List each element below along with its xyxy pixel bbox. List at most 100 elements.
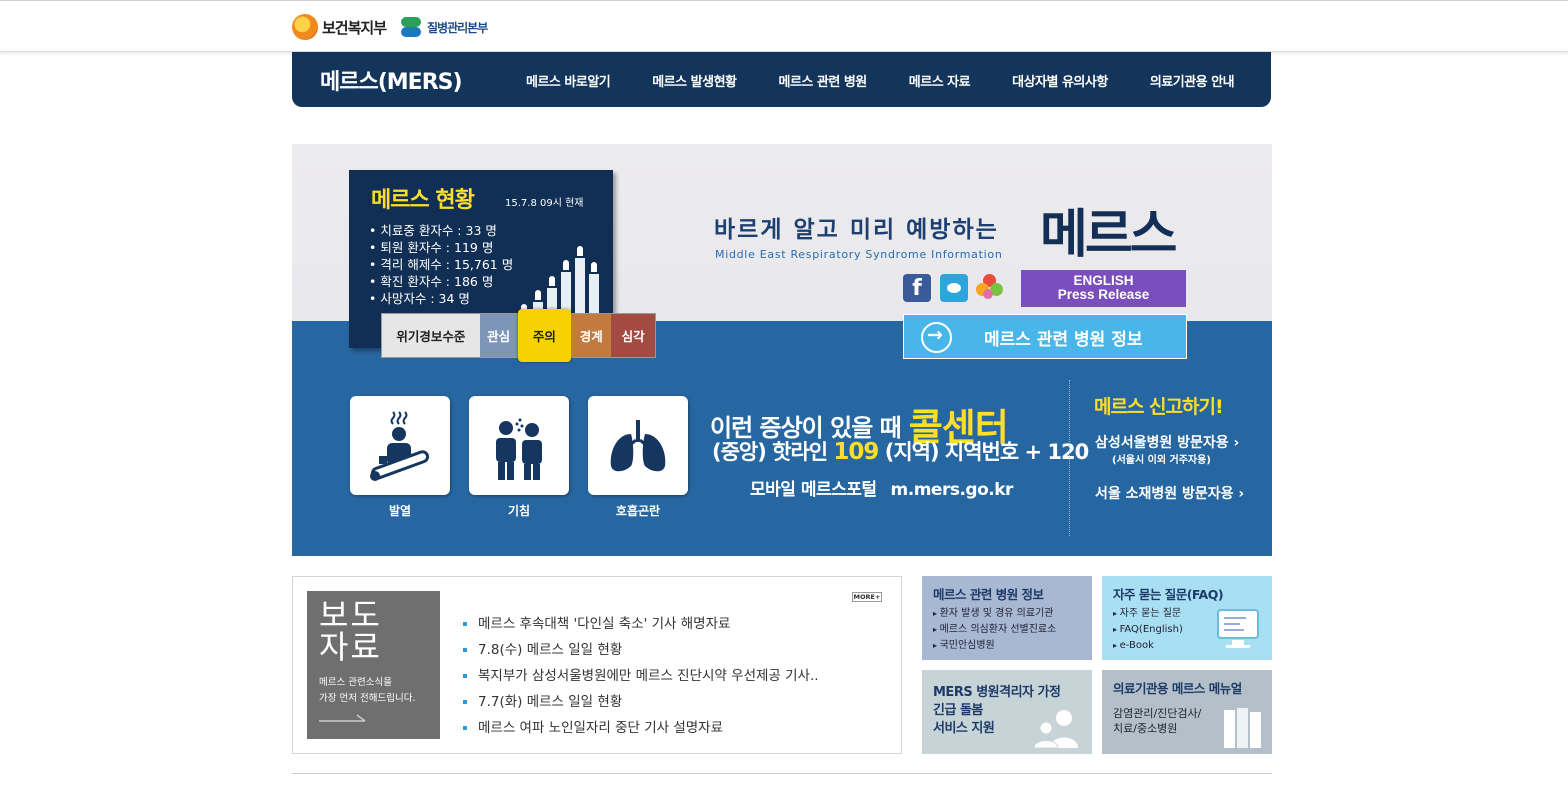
kcdc-logo-text: 질병관리본부 [427,20,488,35]
hospital-info-link[interactable]: 환자 발생 및 경유 의료기관 [933,606,1056,622]
home-care-box[interactable]: MERS 병원격리자 가정 긴급 돌봄 서비스 지원 [922,670,1092,754]
people-icon [1033,710,1078,748]
hospital-info-box[interactable]: 메르스 관련 병원 정보 환자 발생 및 경유 의료기관 메르스 의심환자 선별… [922,576,1092,660]
mobile-portal[interactable]: 모바일 메르스포털 m.mers.go.kr [750,475,1013,500]
press-subtitle: 메르스 관련소식을 가장 먼저 전해드립니다. [319,675,415,707]
footer-divider [292,773,1272,774]
hospital-info-link[interactable]: 메르스 의심환자 선별진료소 [933,622,1057,638]
nav-item-about[interactable]: 메르스 바로알기 [526,71,611,90]
mobile-portal-url: m.mers.go.kr [890,480,1014,500]
main-banner: 메르스 현황 15.7.8 09시 현재 치료중 환자수 : 33 명 퇴원 환… [292,144,1272,556]
report-title: 메르스 신고하기! [1094,396,1224,418]
report-link-samsung-sub: (서울시 이외 거주자용) [1112,455,1211,466]
mohw-logo-text: 보건복지부 [322,18,387,37]
faq-box[interactable]: 자주 묻는 질문(FAQ) 자주 묻는 질문 FAQ(English) e-Bo… [1102,576,1272,660]
alert-level-serious: 심각 [611,314,655,357]
press-list-item[interactable]: 7.8(수) 메르스 일일 현황 [463,637,819,663]
hospital-info-button[interactable]: 메르스 관련 병원 정보 [903,314,1187,359]
symptom-fever-label: 발열 [388,504,412,518]
status-item-deaths: 사망자수 : 34 명 [369,290,513,307]
symptom-cough-card[interactable] [469,396,569,495]
top-bar: 보건복지부 질병관리본부 [0,0,1568,52]
alert-level-alert: 경계 [571,314,612,357]
nav-menu: 메르스 바로알기 메르스 발생현황 메르스 관련 병원 메르스 자료 대상자별 … [526,71,1235,90]
faq-list: 자주 묻는 질문 FAQ(English) e-Book [1113,606,1183,654]
press-release-label: Press Release [1057,287,1150,302]
english-press-release-button[interactable]: ENGLISH Press Release [1021,270,1186,307]
nav-item-precautions[interactable]: 대상자별 유의사항 [1012,71,1108,90]
hotline-number: 109 [833,439,879,465]
medical-manual-line1: 감염관리/진단검사/ [1113,707,1202,720]
medical-manual-box[interactable]: 의료기관용 메르스 메뉴얼 감염관리/진단검사/ 치료/중소병원 [1102,670,1272,754]
clover-share-icon[interactable] [976,274,1004,302]
medical-manual-title: 의료기관용 메르스 메뉴얼 [1113,681,1242,696]
site-brand[interactable]: 메르스(MERS) [320,64,463,96]
press-release-panel: 보도 자료 메르스 관련소식을 가장 먼저 전해드립니다. MORE+ 메르스 … [292,576,902,754]
mobile-portal-label: 모바일 메르스포털 [750,480,877,500]
monitor-icon [1217,609,1259,648]
symptom-dyspnea-card[interactable] [588,396,688,495]
report-link-samsung[interactable]: 삼성서울병원 방문자용 › [1095,432,1239,452]
nav-item-status[interactable]: 메르스 발생현황 [652,71,737,90]
press-list-item[interactable]: 메르스 여파 노인일자리 중단 기사 설명자료 [463,715,819,741]
status-item-treating: 치료중 환자수 : 33 명 [369,222,513,239]
cough-icon [496,418,542,480]
press-list-item[interactable]: 복지부가 삼성서울병원에만 메르스 진단시약 우선제공 기사.. [463,663,819,689]
press-title: 보도 자료 [319,599,382,663]
banner-mers-title: 메르스 [1040,205,1178,265]
nav-item-hospitals[interactable]: 메르스 관련 병원 [779,71,868,90]
medical-manual-desc: 감염관리/진단검사/ 치료/중소병원 [1113,706,1201,736]
kcdc-logo[interactable]: 질병관리본부 [399,13,488,41]
hospital-info-link[interactable]: 국민안심병원 [933,638,1056,654]
nav-item-materials[interactable]: 메르스 자료 [909,71,971,90]
symptom-cough-label: 기침 [507,504,531,518]
status-item-confirmed: 확진 환자수 : 186 명 [369,273,513,290]
kcdc-logo-icon [399,15,423,39]
mohw-logo[interactable]: 보건복지부 [292,11,387,43]
status-item-discharged: 퇴원 환자수 : 119 명 [369,239,513,256]
banner-slogan-en: Middle East Respiratory Syndrome Informa… [715,248,1003,261]
faq-box-title: 자주 묻는 질문(FAQ) [1113,587,1224,602]
arrow-circle-icon [921,322,952,353]
press-subtitle-line1: 메르스 관련소식을 [319,677,392,688]
faq-link[interactable]: e-Book [1113,638,1183,654]
alert-level-bar: 위기경보수준 관심 주의 경계 심각 [381,309,656,362]
home-care-line1: MERS 병원격리자 가정 [933,685,1061,700]
press-title-line1: 보도 [319,596,382,634]
hospital-info-box-title: 메르스 관련 병원 정보 [933,587,1044,602]
more-button[interactable]: MORE+ [852,592,882,602]
faq-link[interactable]: 자주 묻는 질문 [1113,606,1183,622]
arrow-right-icon [319,714,366,722]
symptom-dyspnea-label: 호흡곤란 [615,504,661,518]
hospital-info-label: 메르스 관련 병원 정보 [984,330,1143,350]
english-label: ENGLISH [1073,273,1134,288]
status-title: 메르스 현황 [371,188,475,213]
faq-link[interactable]: FAQ(English) [1113,622,1183,638]
banner-divider [1069,380,1070,536]
hospital-info-list: 환자 발생 및 경유 의료기관 메르스 의심환자 선별진료소 국민안심병원 [933,606,1057,654]
alert-level-interest: 관심 [479,314,518,357]
mohw-logo-icon [292,14,318,40]
status-item-released: 격리 해제수 : 15,761 명 [369,256,513,273]
press-list-item[interactable]: 7.7(화) 메르스 일일 현황 [463,689,819,715]
symptom-fever-card[interactable] [350,396,450,495]
press-title-line2: 자료 [319,628,382,666]
regional-line: (지역) 지역번호 + 120 [884,440,1089,464]
medical-manual-line2: 치료/중소병원 [1113,722,1178,735]
alert-level-caution: 주의 [517,309,572,362]
nav-item-medical[interactable]: 의료기관용 안내 [1150,71,1235,90]
press-list: 메르스 후속대책 '다인실 축소' 기사 해명자료 7.8(수) 메르스 일일 … [463,611,819,741]
banner-slogan: 바르게 알고 미리 예방하는 [714,217,999,243]
press-release-banner: 보도 자료 메르스 관련소식을 가장 먼저 전해드립니다. [307,591,440,739]
status-list: 치료중 환자수 : 33 명 퇴원 환자수 : 119 명 격리 해제수 : 1… [369,222,513,307]
status-date: 15.7.8 09시 현재 [505,198,584,209]
callcenter-hotline: (중앙) 핫라인 109 (지역) 지역번호 + 120 [712,436,1089,466]
press-subtitle-line2: 가장 먼저 전해드립니다. [319,693,416,704]
press-list-item[interactable]: 메르스 후속대책 '다인실 축소' 기사 해명자료 [463,611,819,637]
main-nav: 메르스(MERS) 메르스 바로알기 메르스 발생현황 메르스 관련 병원 메르… [292,52,1271,107]
facebook-icon[interactable]: f [903,274,931,302]
alert-level-label: 위기경보수준 [382,314,480,357]
report-link-seoul[interactable]: 서울 소재병원 방문자용 › [1095,483,1244,503]
lungs-icon [610,420,666,472]
twitter-icon[interactable] [940,274,968,302]
